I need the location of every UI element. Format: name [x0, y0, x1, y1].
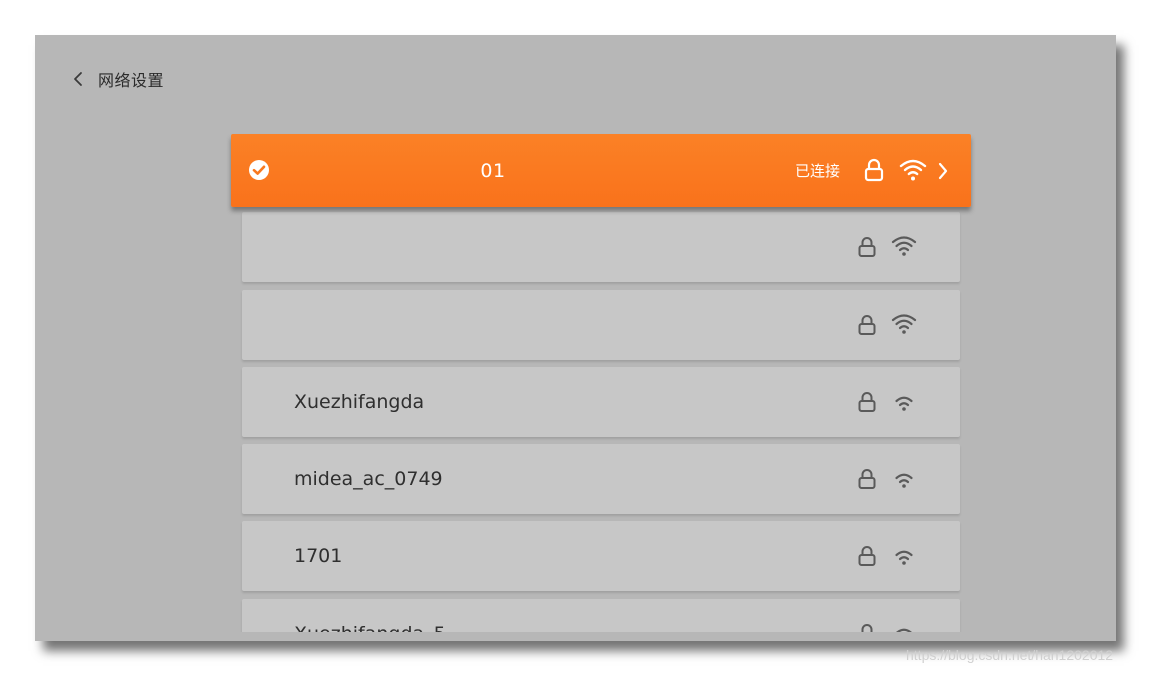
wifi-list-item[interactable]: [242, 212, 960, 282]
wifi-signal-medium-icon: [895, 396, 913, 411]
wifi-list-item[interactable]: Xuezhifangda_5: [242, 599, 960, 632]
wifi-list: Xuezhifangda midea_ac_0749 1701: [35, 35, 1116, 632]
wifi-signal-strong-icon: [891, 236, 917, 256]
lock-icon: [858, 469, 876, 489]
lock-icon: [858, 392, 876, 412]
chevron-right-icon[interactable]: [937, 161, 949, 181]
wifi-list-item[interactable]: Xuezhifangda: [242, 367, 960, 437]
wifi-ssid: 1701: [294, 545, 343, 567]
wifi-signal-strong-icon: [899, 159, 927, 181]
wifi-signal-medium-icon: [895, 473, 913, 488]
connected-ssid: 01: [480, 159, 506, 182]
wifi-list-item[interactable]: midea_ac_0749: [242, 444, 960, 514]
wifi-ssid: Xuezhifangda: [294, 391, 425, 413]
tv-screen: Xuezhifangda midea_ac_0749 1701 01 已连接 网…: [35, 35, 1116, 641]
wifi-list-item[interactable]: [242, 290, 960, 360]
lock-icon: [858, 546, 876, 566]
connection-status: 已连接: [795, 162, 841, 180]
wifi-signal-medium-icon: [895, 628, 913, 632]
page-title: 网络设置: [98, 71, 165, 90]
wifi-ssid: Xuezhifangda_5: [294, 599, 446, 632]
watermark: https://blog.csdn.net/han1202012: [906, 647, 1114, 663]
wifi-signal-medium-icon: [895, 550, 913, 565]
chevron-left-icon: [74, 72, 82, 86]
lock-icon: [858, 237, 876, 257]
wifi-ssid: midea_ac_0749: [294, 468, 443, 490]
wifi-signal-strong-icon: [891, 314, 917, 334]
connected-network-item[interactable]: 01 已连接: [231, 134, 971, 207]
wifi-list-item[interactable]: 1701: [242, 521, 960, 591]
lock-icon: [861, 624, 873, 632]
back-button[interactable]: 网络设置: [71, 67, 164, 91]
lock-icon: [864, 158, 884, 182]
lock-icon: [858, 315, 876, 335]
